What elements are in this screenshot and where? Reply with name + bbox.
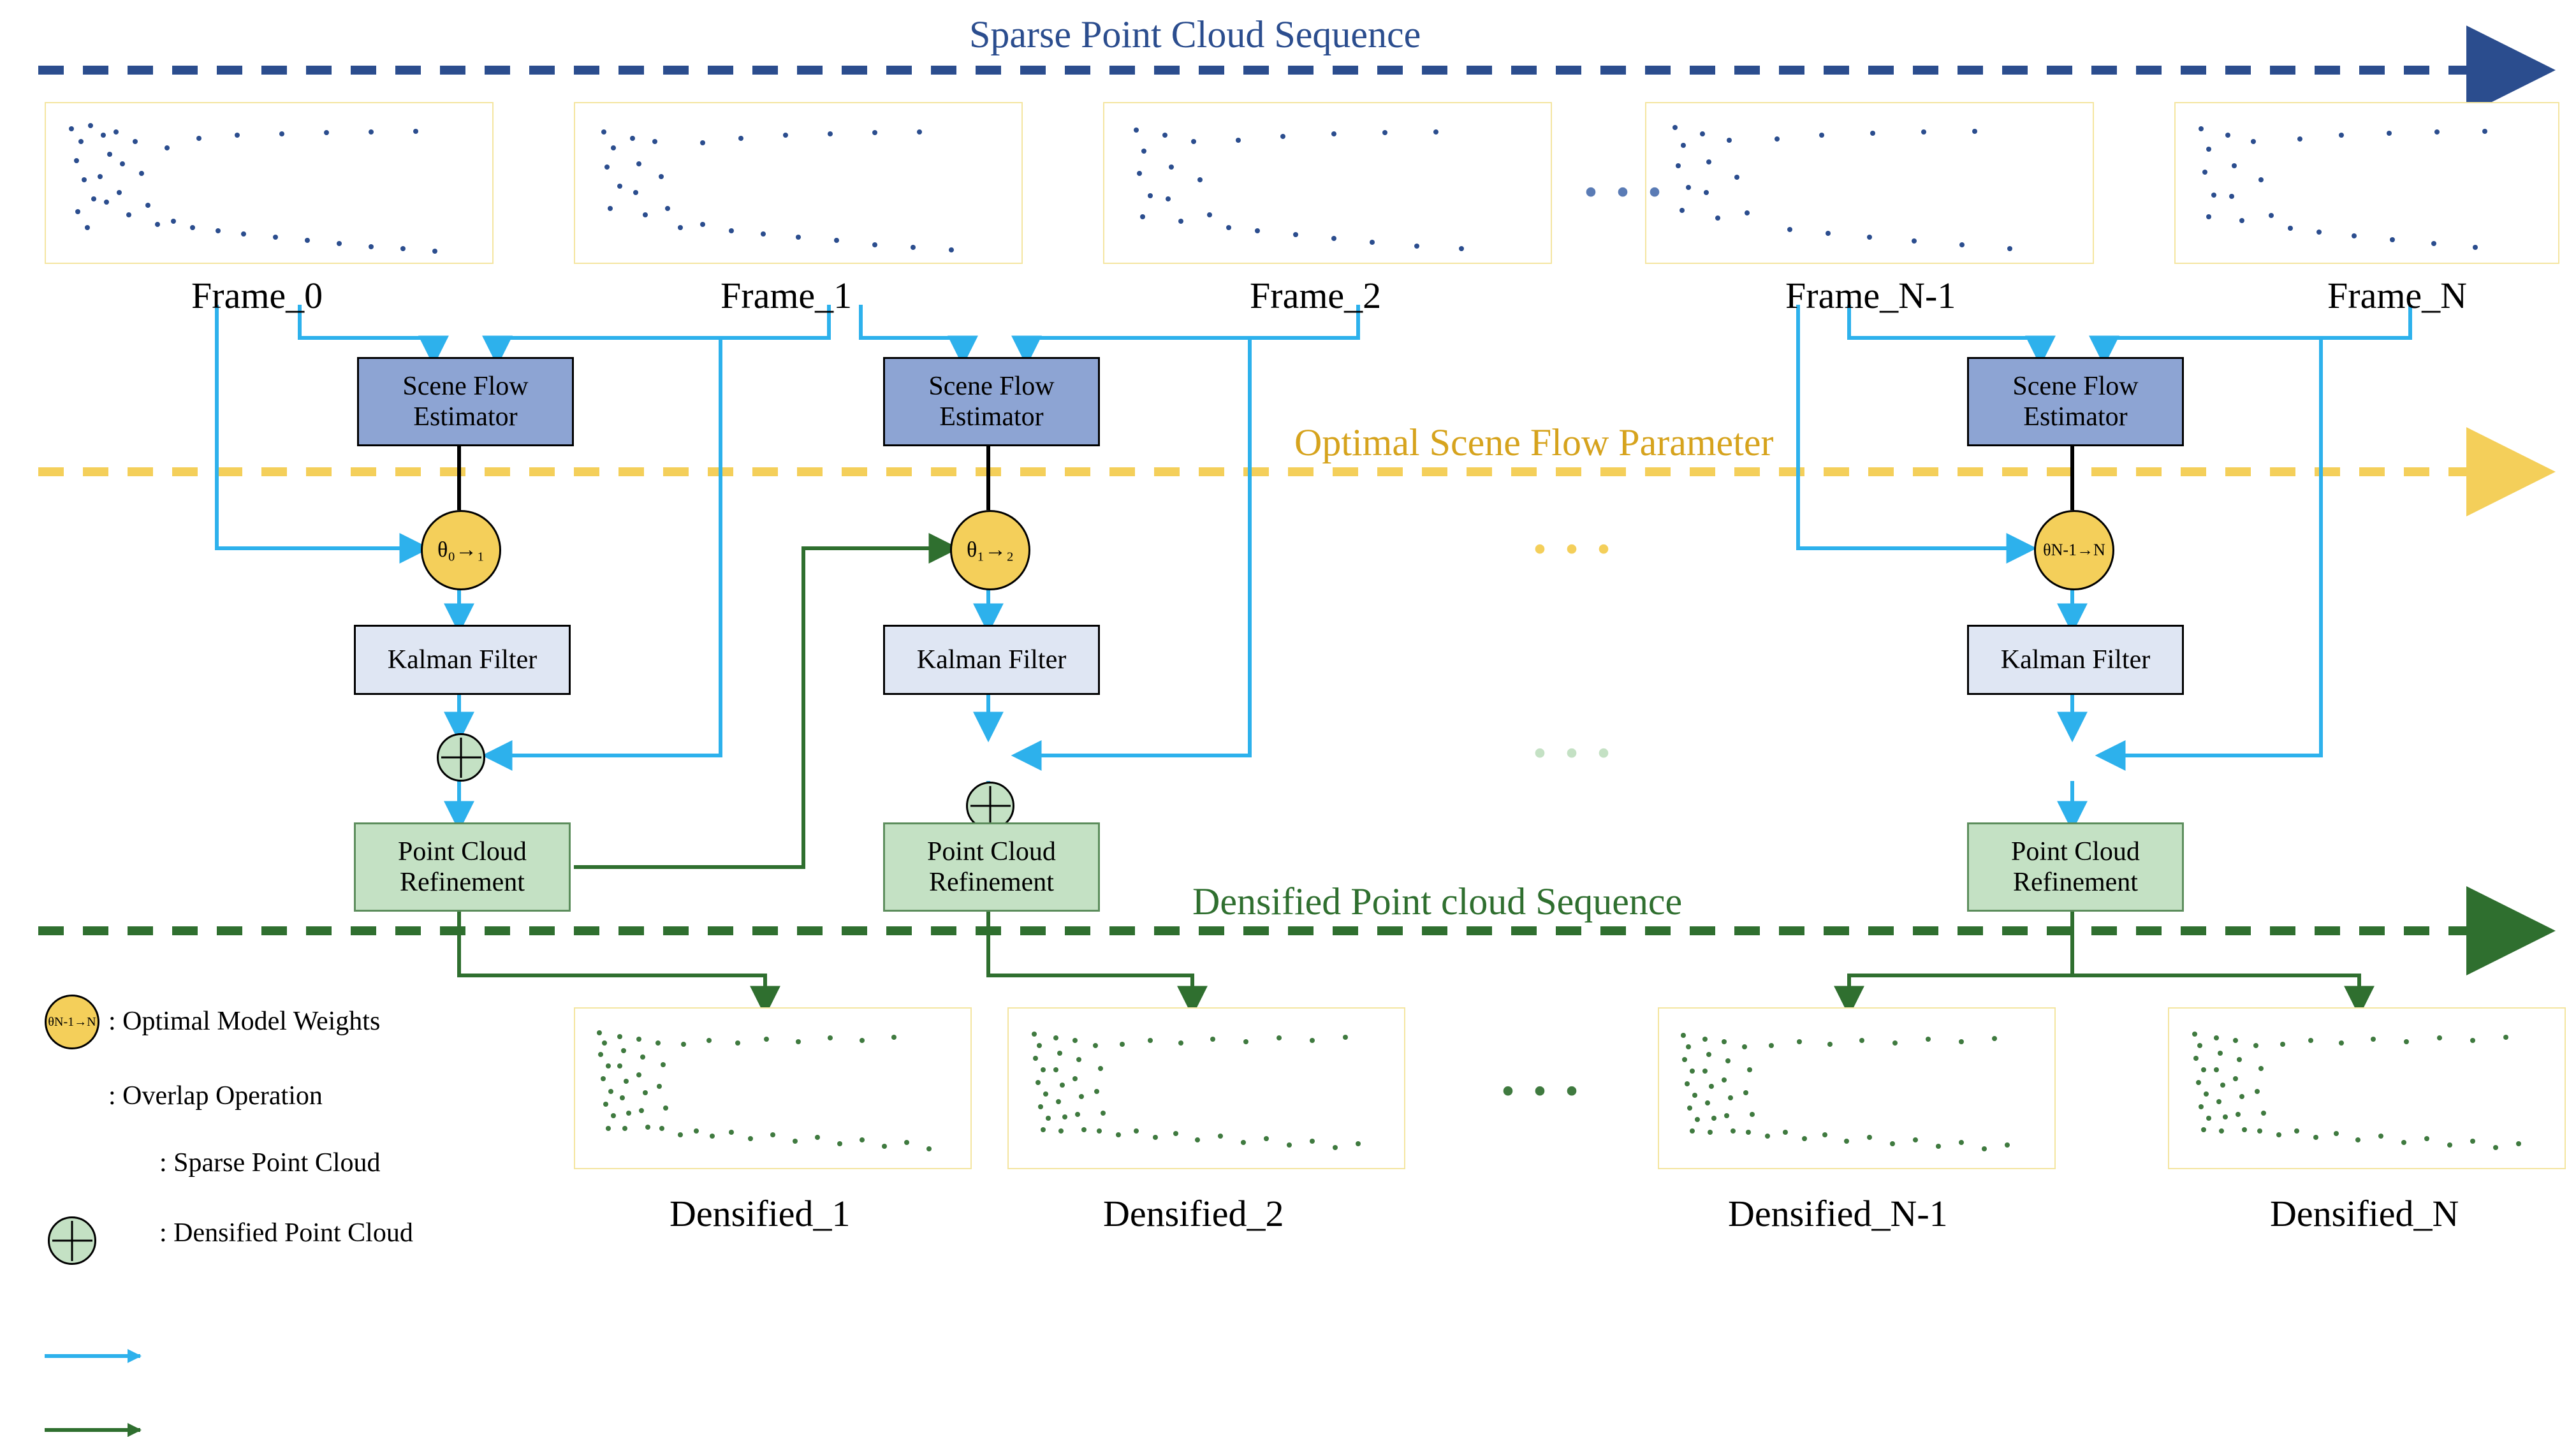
frame-0-label: Frame_0 xyxy=(191,274,323,317)
title-dense: Densified Point cloud Sequence xyxy=(1192,880,1682,924)
densified-2-label: Densified_2 xyxy=(1103,1192,1284,1235)
ellipsis-densified: ··· xyxy=(1498,1058,1594,1124)
frame-2-thumbnail xyxy=(1103,102,1552,264)
frame-2-label: Frame_2 xyxy=(1250,274,1381,317)
theta-1-2: θ₁→₂ xyxy=(950,510,1030,590)
theta-1-2-label: θ₁→₂ xyxy=(967,538,1014,562)
theta-0-1: θ₀→₁ xyxy=(421,510,501,590)
refinement-1: Point Cloud Refinement xyxy=(354,822,571,912)
legend-dense-arrow-text: : Densified Point Cloud xyxy=(159,1218,413,1248)
legend-sparse-arrow-icon xyxy=(45,1354,140,1358)
frame-n-label: Frame_N xyxy=(2327,274,2467,317)
densified-2-thumbnail xyxy=(1007,1007,1405,1169)
frame-0-thumbnail xyxy=(45,102,494,264)
densified-n-label: Densified_N xyxy=(2270,1192,2459,1235)
densified-n1-label: Densified_N-1 xyxy=(1728,1192,1948,1235)
densified-n-thumbnail xyxy=(2168,1007,2566,1169)
diagram-canvas: Sparse Point Cloud Sequence Optimal Scen… xyxy=(0,0,2576,1298)
legend-theta-icon: θN-1→N xyxy=(45,995,99,1049)
ellipsis-oplus: ··· xyxy=(1530,720,1626,786)
legend-weights-text: : Optimal Model Weights xyxy=(108,1006,380,1037)
scene-flow-estimator-1: Scene Flow Estimator xyxy=(357,357,574,446)
refinement-n: Point Cloud Refinement xyxy=(1967,822,2184,912)
frame-1-label: Frame_1 xyxy=(721,274,852,317)
kalman-filter-1: Kalman Filter xyxy=(354,625,571,695)
theta-0-1-label: θ₀→₁ xyxy=(437,538,485,562)
refinement-2: Point Cloud Refinement xyxy=(883,822,1100,912)
scene-flow-estimator-2: Scene Flow Estimator xyxy=(883,357,1100,446)
frame-n-thumbnail xyxy=(2174,102,2559,264)
title-sparse: Sparse Point Cloud Sequence xyxy=(969,13,1421,57)
kalman-filter-2: Kalman Filter xyxy=(883,625,1100,695)
kalman-filter-n: Kalman Filter xyxy=(1967,625,2184,695)
theta-n1-n-label: θN-1→N xyxy=(2043,541,2105,560)
frame-n1-label: Frame_N-1 xyxy=(1785,274,1956,317)
densified-n1-thumbnail xyxy=(1658,1007,2056,1169)
densified-1-thumbnail xyxy=(574,1007,972,1169)
ellipsis-theta: ··· xyxy=(1530,516,1626,582)
densified-1-label: Densified_1 xyxy=(670,1192,851,1235)
legend-theta-icon-label: θN-1→N xyxy=(48,1015,96,1030)
legend-oplus-icon xyxy=(48,1216,96,1265)
legend-sparse-arrow-text: : Sparse Point Cloud xyxy=(159,1148,381,1178)
scene-flow-estimator-n: Scene Flow Estimator xyxy=(1967,357,2184,446)
title-params: Optimal Scene Flow Parameter xyxy=(1294,421,1773,465)
frame-1-thumbnail xyxy=(574,102,1023,264)
legend-dense-arrow-icon xyxy=(45,1428,140,1432)
legend-overlap-text: : Overlap Operation xyxy=(108,1081,323,1111)
theta-n1-n: θN-1→N xyxy=(2034,510,2114,590)
ellipsis-frames: ··· xyxy=(1581,159,1677,225)
frame-n1-thumbnail xyxy=(1645,102,2094,264)
overlap-1 xyxy=(437,733,485,782)
